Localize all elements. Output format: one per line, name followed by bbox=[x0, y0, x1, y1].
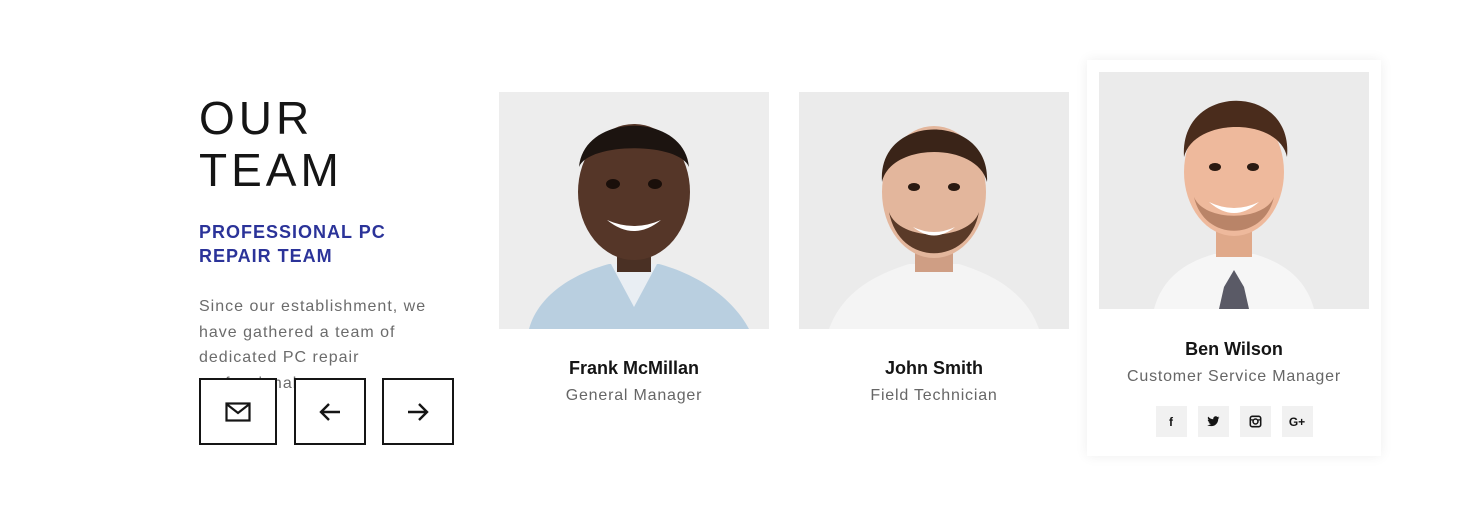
team-member-card[interactable]: Frank McMillan General Manager bbox=[499, 92, 769, 406]
instagram-icon bbox=[1249, 415, 1261, 428]
member-role: Customer Service Manager bbox=[1127, 368, 1341, 385]
mail-icon bbox=[225, 401, 251, 422]
team-member-card-active[interactable]: Ben Wilson Customer Service Manager f G+ bbox=[1087, 60, 1381, 456]
contact-button[interactable] bbox=[199, 378, 277, 445]
section-title: OUR TEAM bbox=[199, 92, 343, 196]
next-button[interactable] bbox=[382, 378, 454, 445]
google-plus-link[interactable]: G+ bbox=[1281, 406, 1313, 437]
facebook-icon: f bbox=[1169, 414, 1173, 429]
member-name: Frank McMillan bbox=[568, 358, 700, 378]
arrow-right-icon bbox=[408, 402, 429, 421]
instagram-link[interactable] bbox=[1239, 406, 1271, 437]
member-name: John Smith bbox=[885, 358, 983, 378]
arrow-left-icon bbox=[319, 402, 340, 421]
member-photo bbox=[1099, 72, 1369, 309]
member-role: Field Technician bbox=[870, 387, 998, 404]
previous-button[interactable] bbox=[294, 378, 366, 445]
google-plus-icon: G+ bbox=[1288, 414, 1306, 429]
team-member-card[interactable]: John Smith Field Technician bbox=[799, 92, 1069, 406]
section-subtitle: PROFESSIONAL PC REPAIR TEAM bbox=[199, 222, 386, 266]
member-photo bbox=[799, 92, 1069, 329]
member-photo bbox=[499, 92, 769, 329]
twitter-icon bbox=[1206, 416, 1219, 427]
member-name: Ben Wilson bbox=[1185, 339, 1283, 359]
twitter-link[interactable] bbox=[1197, 406, 1229, 437]
member-role: General Manager bbox=[565, 387, 703, 404]
team-intro: OUR TEAM PROFESSIONAL PC REPAIR TEAM Sin… bbox=[199, 92, 469, 397]
member-social-links: f G+ bbox=[1099, 406, 1369, 437]
facebook-link[interactable]: f bbox=[1155, 406, 1187, 437]
